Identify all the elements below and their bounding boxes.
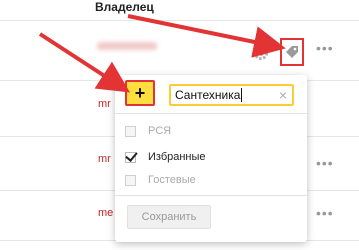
arrow-to-plus — [38, 32, 131, 93]
arrow-to-tag — [127, 14, 286, 58]
annotation-arrows — [38, 14, 286, 93]
